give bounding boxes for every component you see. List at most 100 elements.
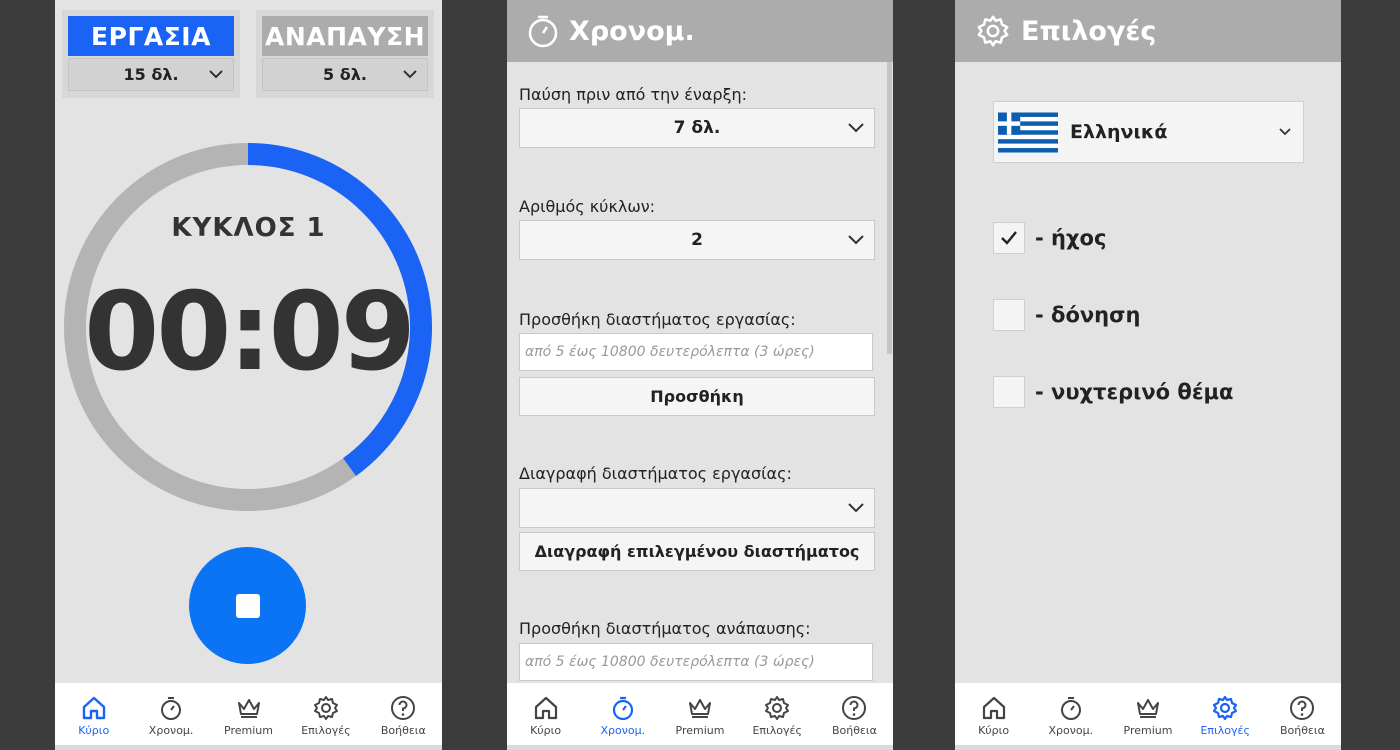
nav-item-premium[interactable]: Premium xyxy=(210,683,287,745)
add-rest-field xyxy=(519,643,873,681)
nav-item-home[interactable]: Κύριο xyxy=(507,683,584,745)
pause-label: Παύση πριν από την έναρξη: xyxy=(519,85,748,104)
sound-option: - ήχος xyxy=(993,222,1106,254)
crown-icon xyxy=(1137,699,1159,718)
nav-label: Κύριο xyxy=(978,724,1010,737)
crown-icon xyxy=(237,699,260,718)
nav-item-options[interactable]: Επιλογές xyxy=(1187,683,1264,745)
gear-icon xyxy=(765,696,790,720)
add-work-input[interactable] xyxy=(520,334,872,370)
bottom-strip xyxy=(55,745,442,750)
nav-item-help[interactable]: Βοήθεια xyxy=(365,683,442,745)
nav-item-timer[interactable]: Χρονομ. xyxy=(132,683,209,745)
work-mode-button[interactable]: ΕΡΓΑΣΙΑ xyxy=(68,16,234,56)
options-screen: Επιλογές Ελληνικά - ήχος - δόνηση - νυχτ… xyxy=(955,0,1341,750)
rest-mode-panel: ΑΝΑΠΑΥΣΗ 5 δλ. xyxy=(256,10,434,98)
cycles-value: 2 xyxy=(691,230,703,250)
stopwatch-icon xyxy=(528,15,558,48)
night-theme-option: - νυχτερινό θέμα xyxy=(993,376,1233,408)
nav-label: Επιλογές xyxy=(752,724,802,737)
nav-label: Βοήθεια xyxy=(380,724,426,737)
timer-display: 00:09 xyxy=(84,270,416,395)
delete-work-select[interactable] xyxy=(519,488,875,528)
nav-label: Χρονομ. xyxy=(148,724,194,737)
nav-label: Επιλογές xyxy=(301,724,351,737)
scrollbar[interactable] xyxy=(887,62,892,354)
nav-label: Χρονομ. xyxy=(600,724,646,737)
nav-item-timer[interactable]: Χρονομ. xyxy=(1032,683,1109,745)
work-mode-panel: ΕΡΓΑΣΙΑ 15 δλ. xyxy=(62,10,240,98)
cycles-label: Αριθμός κύκλων: xyxy=(519,197,656,216)
vibration-label: - δόνηση xyxy=(1035,303,1141,327)
bottom-nav: Κύριο Χρονομ. Premium Επιλογές Βοήθεια xyxy=(955,683,1341,745)
add-button[interactable]: Προσθήκη xyxy=(519,377,875,416)
stopwatch-icon xyxy=(1060,697,1081,720)
rest-duration-select[interactable]: 5 δλ. xyxy=(262,58,428,91)
bottom-nav: Κύριο Χρονομ. Premium Επιλογές Βοήθεια xyxy=(55,683,442,745)
gear-icon xyxy=(1213,695,1238,721)
nav-label: Premium xyxy=(224,724,273,737)
chevron-down-icon xyxy=(848,503,864,513)
nav-label: Επιλογές xyxy=(1200,724,1250,737)
main-screen: ΕΡΓΑΣΙΑ 15 δλ. ΑΝΑΠΑΥΣΗ 5 δλ. ΚΥΚΛΟΣ 1 0… xyxy=(55,0,442,750)
page-title: Χρονομ. xyxy=(569,15,695,47)
add-rest-input[interactable] xyxy=(520,644,872,680)
chevron-down-icon xyxy=(1279,128,1291,136)
language-value: Ελληνικά xyxy=(1070,121,1168,143)
vibration-option: - δόνηση xyxy=(993,299,1140,331)
nav-item-help[interactable]: Βοήθεια xyxy=(1264,683,1341,745)
language-select[interactable]: Ελληνικά xyxy=(993,101,1304,163)
night-theme-label: - νυχτερινό θέμα xyxy=(1035,380,1234,404)
rest-duration-value: 5 δλ. xyxy=(323,65,367,84)
nav-label: Χρονομ. xyxy=(1048,724,1094,737)
nav-item-options[interactable]: Επιλογές xyxy=(739,683,816,745)
delete-interval-button[interactable]: Διαγραφή επιλεγμένου διαστήματος xyxy=(519,532,875,571)
home-icon xyxy=(82,696,105,720)
chevron-down-icon xyxy=(848,123,864,133)
bottom-strip xyxy=(507,745,893,750)
nav-label: Βοήθεια xyxy=(831,724,877,737)
pause-select[interactable]: 7 δλ. xyxy=(519,108,875,148)
nav-label: Premium xyxy=(675,724,725,737)
chevron-down-icon xyxy=(403,70,417,79)
nav-item-help[interactable]: Βοήθεια xyxy=(816,683,893,745)
gear-icon xyxy=(977,15,1009,47)
nav-item-premium[interactable]: Premium xyxy=(1109,683,1186,745)
vibration-checkbox[interactable] xyxy=(993,299,1025,331)
home-icon xyxy=(534,696,557,720)
nav-item-home[interactable]: Κύριο xyxy=(55,683,132,745)
sound-checkbox[interactable] xyxy=(993,222,1025,254)
header: Χρονομ. xyxy=(507,0,893,62)
nav-item-options[interactable]: Επιλογές xyxy=(287,683,364,745)
work-duration-select[interactable]: 15 δλ. xyxy=(68,58,234,91)
rest-mode-button[interactable]: ΑΝΑΠΑΥΣΗ xyxy=(262,16,428,56)
add-rest-label: Προσθήκη διαστήματος ανάπαυσης: xyxy=(519,619,811,638)
stopwatch-icon xyxy=(612,696,633,721)
delete-work-label: Διαγραφή διαστήματος εργασίας: xyxy=(519,464,792,483)
nav-item-premium[interactable]: Premium xyxy=(661,683,738,745)
nav-label: Βοήθεια xyxy=(1279,724,1325,737)
work-duration-value: 15 δλ. xyxy=(123,65,179,84)
add-work-label: Προσθήκη διαστήματος εργασίας: xyxy=(519,310,796,329)
stop-icon xyxy=(235,593,260,618)
nav-item-timer[interactable]: Χρονομ. xyxy=(584,683,661,745)
night-theme-checkbox[interactable] xyxy=(993,376,1025,408)
timer-settings-screen: Χρονομ. Παύση πριν από την έναρξη: 7 δλ.… xyxy=(507,0,893,750)
greek-flag-icon xyxy=(998,112,1058,152)
checkmark-icon xyxy=(1001,231,1017,245)
nav-label: Premium xyxy=(1123,724,1173,737)
help-icon xyxy=(391,696,416,720)
crown-icon xyxy=(689,699,711,718)
stop-button[interactable] xyxy=(189,547,306,664)
home-icon xyxy=(982,696,1005,720)
bottom-strip xyxy=(955,745,1341,750)
gear-icon xyxy=(313,696,338,720)
nav-label: Κύριο xyxy=(78,724,110,737)
chevron-down-icon xyxy=(209,70,223,79)
pause-value: 7 δλ. xyxy=(673,118,721,138)
nav-item-home[interactable]: Κύριο xyxy=(955,683,1032,745)
cycles-select[interactable]: 2 xyxy=(519,220,875,260)
stopwatch-icon xyxy=(161,697,182,720)
sound-label: - ήχος xyxy=(1035,226,1107,250)
nav-label: Κύριο xyxy=(530,724,562,737)
